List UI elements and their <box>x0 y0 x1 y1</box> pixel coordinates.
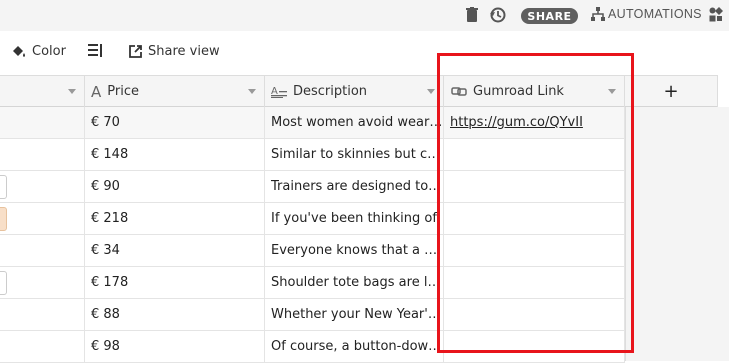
price-cell[interactable]: € 34 <box>85 235 265 266</box>
name-cell[interactable] <box>0 331 85 362</box>
name-cell[interactable] <box>0 267 85 298</box>
description-cell[interactable]: If you've been thinking of <box>265 203 444 234</box>
name-cell[interactable] <box>0 203 85 234</box>
chevron-down-icon[interactable] <box>427 89 435 94</box>
table-row[interactable]: € 90 Trainers are designed to be <box>0 171 625 203</box>
name-cell[interactable] <box>0 171 85 202</box>
column-label: Price <box>107 84 139 99</box>
gumroad-link-cell[interactable]: https://gum.co/QYvII <box>444 107 625 138</box>
grid-empty-area <box>625 107 729 361</box>
name-cell[interactable] <box>0 139 85 170</box>
trash-icon[interactable] <box>466 7 478 22</box>
description-cell[interactable]: Whether your New Year's res <box>265 299 444 330</box>
paint-bucket-icon <box>13 45 25 57</box>
share-button[interactable]: SHARE <box>521 8 578 24</box>
chevron-down-icon[interactable] <box>68 89 76 94</box>
gumroad-link[interactable]: https://gum.co/QYvII <box>444 115 583 130</box>
table-row[interactable]: € 218 If you've been thinking of <box>0 203 625 235</box>
price-cell[interactable]: € 70 <box>85 107 265 138</box>
description-cell[interactable]: Everyone knows that a bag <box>265 235 444 266</box>
table-row[interactable]: € 98 Of course, a button-down sh <box>0 331 625 363</box>
automations-label: AUTOMATIONS <box>608 7 702 21</box>
column-header-row: A Price A Description Gumroad Link + <box>0 75 718 107</box>
row-height-button[interactable] <box>88 44 103 57</box>
gumroad-link-cell[interactable] <box>444 171 625 202</box>
text-a-icon: A <box>91 82 102 101</box>
automations-icon <box>591 7 605 21</box>
share-view-button[interactable]: Share view <box>129 44 220 59</box>
data-grid: A Price A Description Gumroad Link + € 7… <box>0 75 729 363</box>
color-label: Color <box>32 44 66 59</box>
description-cell[interactable]: Trainers are designed to be <box>265 171 444 202</box>
add-column-button[interactable]: + <box>625 76 718 107</box>
column-header-price[interactable]: A Price <box>85 76 265 107</box>
long-text-icon: A <box>271 86 287 98</box>
history-icon[interactable] <box>490 7 506 23</box>
view-toolbar: Color Share view <box>0 31 729 75</box>
attachment-thumbnail[interactable] <box>0 207 7 231</box>
price-cell[interactable]: € 90 <box>85 171 265 202</box>
price-cell[interactable]: € 148 <box>85 139 265 170</box>
column-label: Gumroad Link <box>473 84 564 99</box>
price-cell[interactable]: € 88 <box>85 299 265 330</box>
grid-rows: € 70 Most women avoid wearing https://gu… <box>0 107 625 363</box>
column-label: Description <box>293 84 368 99</box>
table-row[interactable]: € 88 Whether your New Year's res <box>0 299 625 331</box>
chevron-down-icon[interactable] <box>248 89 256 94</box>
gumroad-link-cell[interactable] <box>444 331 625 362</box>
price-cell[interactable]: € 178 <box>85 267 265 298</box>
column-header-name[interactable] <box>0 76 85 107</box>
column-header-description[interactable]: A Description <box>265 76 444 107</box>
gumroad-link-cell[interactable] <box>444 299 625 330</box>
description-cell[interactable]: Shoulder tote bags are large <box>265 267 444 298</box>
gumroad-link-cell[interactable] <box>444 267 625 298</box>
price-cell[interactable]: € 218 <box>85 203 265 234</box>
attachment-thumbnail[interactable] <box>0 271 7 295</box>
gumroad-link-cell[interactable] <box>444 203 625 234</box>
name-cell[interactable] <box>0 107 85 138</box>
color-button[interactable]: Color <box>11 44 66 59</box>
table-row[interactable]: € 34 Everyone knows that a bag <box>0 235 625 267</box>
share-view-icon <box>129 45 142 58</box>
name-cell[interactable] <box>0 299 85 330</box>
table-row[interactable]: € 70 Most women avoid wearing https://gu… <box>0 107 625 139</box>
top-bar: SHARE AUTOMATIONS <box>0 0 729 31</box>
apps-icon[interactable] <box>709 7 723 22</box>
row-height-icon <box>88 44 102 57</box>
description-cell[interactable]: Similar to skinnies but crop <box>265 139 444 170</box>
column-header-gumroad-link[interactable]: Gumroad Link <box>444 76 625 107</box>
table-row[interactable]: € 148 Similar to skinnies but crop <box>0 139 625 171</box>
name-cell[interactable] <box>0 235 85 266</box>
description-cell[interactable]: Of course, a button-down sh <box>265 331 444 362</box>
description-cell[interactable]: Most women avoid wearing <box>265 107 444 138</box>
gumroad-link-cell[interactable] <box>444 139 625 170</box>
chevron-down-icon[interactable] <box>608 89 616 94</box>
gumroad-link-cell[interactable] <box>444 235 625 266</box>
automations-button[interactable]: AUTOMATIONS <box>591 7 702 21</box>
attachment-thumbnail[interactable] <box>0 175 7 199</box>
share-view-label: Share view <box>148 44 220 59</box>
table-row[interactable]: € 178 Shoulder tote bags are large <box>0 267 625 299</box>
url-link-icon <box>451 87 467 96</box>
price-cell[interactable]: € 98 <box>85 331 265 362</box>
